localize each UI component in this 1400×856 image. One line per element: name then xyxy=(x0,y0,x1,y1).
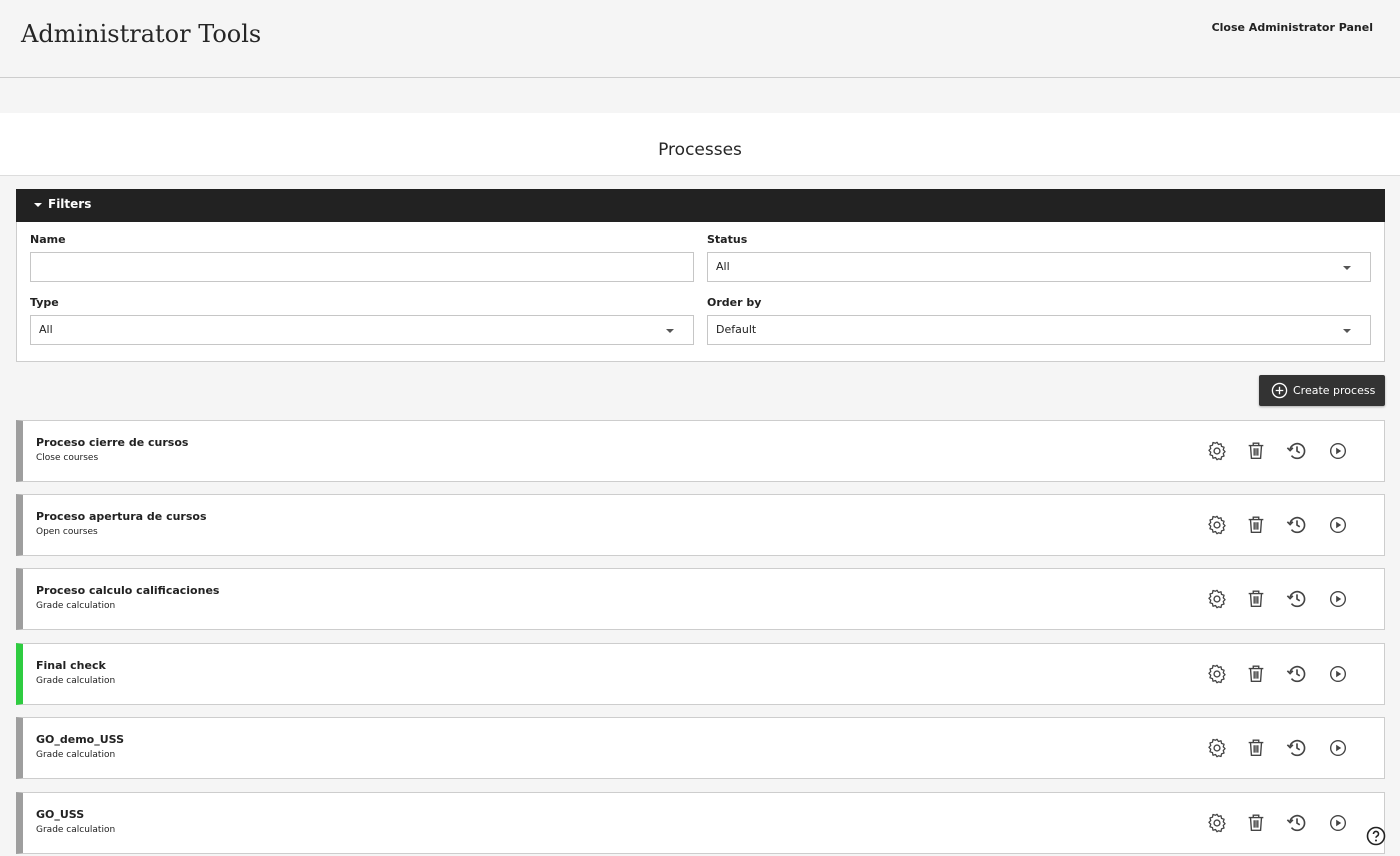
trash-icon xyxy=(1245,814,1267,838)
play-icon xyxy=(1327,442,1349,466)
process-type: Grade calculation xyxy=(36,601,116,611)
process-name[interactable]: GO_USS xyxy=(36,808,84,821)
page-title: Processes xyxy=(0,113,1400,176)
history-icon xyxy=(1286,442,1308,466)
status-filter: Status All xyxy=(707,233,1371,282)
order-filter: Order by Default xyxy=(707,296,1371,345)
history-icon xyxy=(1286,665,1308,689)
process-row: Proceso calculo calificaciones Grade cal… xyxy=(16,568,1385,630)
process-type: Grade calculation xyxy=(36,750,116,760)
header: Administrator Tools Close Administrator … xyxy=(0,0,1400,78)
settings-button[interactable] xyxy=(1206,812,1228,834)
settings-button[interactable] xyxy=(1206,440,1228,462)
process-type: Grade calculation xyxy=(36,676,116,686)
create-process-label: Create process xyxy=(1293,384,1376,397)
history-button[interactable] xyxy=(1286,812,1308,834)
type-label: Type xyxy=(30,296,59,309)
settings-button[interactable] xyxy=(1206,737,1228,759)
type-select[interactable]: All xyxy=(30,315,694,345)
trash-icon xyxy=(1245,665,1267,689)
filters-label: Filters xyxy=(48,197,92,211)
process-type: Grade calculation xyxy=(36,825,116,835)
filters-toggle[interactable]: Filters xyxy=(16,189,1385,222)
order-value: Default xyxy=(716,323,757,336)
history-button[interactable] xyxy=(1286,663,1308,685)
name-input[interactable] xyxy=(30,252,694,282)
delete-button[interactable] xyxy=(1245,812,1267,834)
create-process-button[interactable]: Create process xyxy=(1259,375,1385,406)
settings-button[interactable] xyxy=(1206,514,1228,536)
process-name[interactable]: GO_demo_USS xyxy=(36,733,124,746)
trash-icon xyxy=(1245,442,1267,466)
play-icon xyxy=(1327,590,1349,614)
play-icon xyxy=(1327,739,1349,763)
delete-button[interactable] xyxy=(1245,737,1267,759)
trash-icon xyxy=(1245,739,1267,763)
history-button[interactable] xyxy=(1286,440,1308,462)
process-name[interactable]: Proceso apertura de cursos xyxy=(36,510,207,523)
history-button[interactable] xyxy=(1286,737,1308,759)
delete-button[interactable] xyxy=(1245,440,1267,462)
history-button[interactable] xyxy=(1286,514,1308,536)
chevron-down-icon xyxy=(666,329,674,333)
run-button[interactable] xyxy=(1327,514,1349,536)
gear-icon xyxy=(1206,738,1228,763)
process-row: Final check Grade calculation xyxy=(16,643,1385,705)
plus-circle-icon xyxy=(1271,382,1288,399)
name-filter: Name xyxy=(30,233,694,282)
gear-icon xyxy=(1206,441,1228,466)
chevron-down-icon xyxy=(1343,266,1351,270)
caret-down-icon xyxy=(34,202,42,207)
process-name[interactable]: Final check xyxy=(36,659,106,672)
history-icon xyxy=(1286,814,1308,838)
process-row: GO_demo_USS Grade calculation xyxy=(16,717,1385,779)
process-type: Open courses xyxy=(36,527,98,537)
order-label: Order by xyxy=(707,296,762,309)
play-icon xyxy=(1327,516,1349,540)
history-icon xyxy=(1286,739,1308,763)
play-icon xyxy=(1327,814,1349,838)
process-name[interactable]: Proceso calculo calificaciones xyxy=(36,584,219,597)
gear-icon xyxy=(1206,664,1228,689)
process-row: GO_USS Grade calculation xyxy=(16,792,1385,854)
status-select[interactable]: All xyxy=(707,252,1371,282)
delete-button[interactable] xyxy=(1245,663,1267,685)
chevron-down-icon xyxy=(1343,329,1351,333)
type-value: All xyxy=(39,323,53,336)
type-filter: Type All xyxy=(30,296,694,345)
play-icon xyxy=(1327,665,1349,689)
process-row: Proceso cierre de cursos Close courses xyxy=(16,420,1385,482)
order-select[interactable]: Default xyxy=(707,315,1371,345)
gear-icon xyxy=(1206,515,1228,540)
gear-icon xyxy=(1206,813,1228,838)
settings-button[interactable] xyxy=(1206,588,1228,610)
run-button[interactable] xyxy=(1327,812,1349,834)
run-button[interactable] xyxy=(1327,663,1349,685)
process-type: Close courses xyxy=(36,453,99,463)
run-button[interactable] xyxy=(1327,737,1349,759)
run-button[interactable] xyxy=(1327,440,1349,462)
gear-icon xyxy=(1206,589,1228,614)
delete-button[interactable] xyxy=(1245,588,1267,610)
history-icon xyxy=(1286,590,1308,614)
delete-button[interactable] xyxy=(1245,514,1267,536)
history-icon xyxy=(1286,516,1308,540)
name-label: Name xyxy=(30,233,66,246)
filters-panel: Name Status All Type All Order by Default xyxy=(16,222,1385,362)
status-value: All xyxy=(716,260,730,273)
process-name[interactable]: Proceso cierre de cursos xyxy=(36,436,188,449)
process-row: Proceso apertura de cursos Open courses xyxy=(16,494,1385,556)
settings-button[interactable] xyxy=(1206,663,1228,685)
trash-icon xyxy=(1245,590,1267,614)
run-button[interactable] xyxy=(1327,588,1349,610)
app-title: Administrator Tools xyxy=(21,20,262,48)
help-icon[interactable] xyxy=(1366,826,1386,846)
status-label: Status xyxy=(707,233,748,246)
trash-icon xyxy=(1245,516,1267,540)
close-admin-panel-link[interactable]: Close Administrator Panel xyxy=(1212,21,1373,34)
history-button[interactable] xyxy=(1286,588,1308,610)
